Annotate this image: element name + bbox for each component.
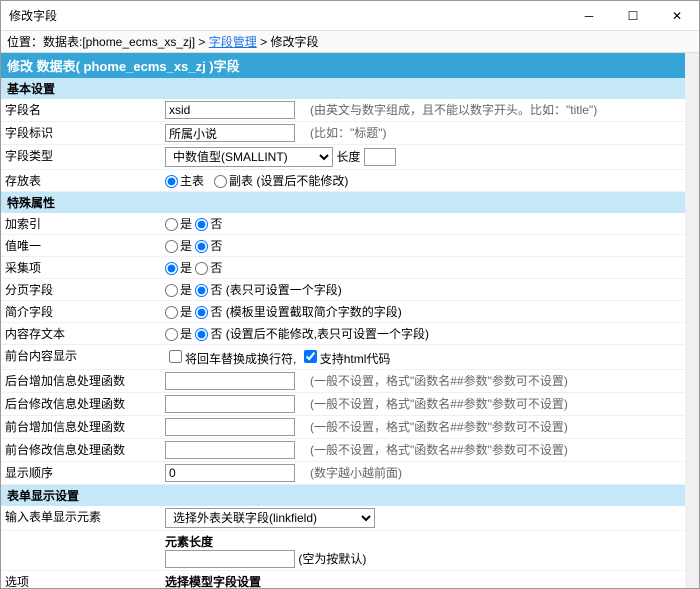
front-label: 前台内容显示 [1, 345, 161, 370]
window-title: 修改字段 [9, 7, 567, 24]
unique-yes[interactable] [165, 240, 178, 253]
close-button[interactable]: ✕ [655, 1, 699, 30]
maximize-button[interactable]: ☐ [611, 1, 655, 30]
brief-no[interactable] [195, 306, 208, 319]
field-ident-label: 字段标识 [1, 122, 161, 145]
front-html-checkbox[interactable] [304, 350, 317, 363]
unique-label: 值唯一 [1, 235, 161, 257]
scrollbar-thumb[interactable] [685, 53, 699, 313]
field-name-input[interactable] [165, 101, 295, 119]
index-no[interactable] [195, 218, 208, 231]
text-no[interactable] [195, 328, 208, 341]
field-ident-hint: (比如："标题") [306, 122, 685, 145]
breadcrumb: 位置：数据表:[phome_ecms_xs_zj] > 字段管理 > 修改字段 [1, 31, 699, 53]
page-label: 分页字段 [1, 279, 161, 301]
index-label: 加索引 [1, 213, 161, 235]
bgadd-input[interactable] [165, 372, 295, 390]
page-heading: 修改 数据表( phome_ecms_xs_zj )字段 [1, 53, 685, 78]
basic-table: 字段名 (由英文与数字组成，且不能以数字开头。比如："title") 字段标识 … [1, 99, 685, 192]
collect-no[interactable] [195, 262, 208, 275]
brief-label: 简介字段 [1, 301, 161, 323]
field-type-select[interactable]: 中数值型(SMALLINT) [165, 147, 333, 167]
opts-title: 选择模型字段设置 [165, 575, 261, 588]
ellen-label: 元素长度 [165, 535, 213, 549]
length-input[interactable] [364, 148, 396, 166]
collect-label: 采集项 [1, 257, 161, 279]
fgadd-label: 前台增加信息处理函数 [1, 416, 161, 439]
opts-label: 选项 [1, 571, 161, 589]
text-label: 内容存文本 [1, 323, 161, 345]
input-elem-select[interactable]: 选择外表关联字段(linkfield) [165, 508, 375, 528]
ellen-input[interactable] [165, 550, 295, 568]
fgmod-input[interactable] [165, 441, 295, 459]
index-yes[interactable] [165, 218, 178, 231]
field-type-label: 字段类型 [1, 145, 161, 170]
fgmod-label: 前台修改信息处理函数 [1, 439, 161, 462]
text-yes[interactable] [165, 328, 178, 341]
fgadd-input[interactable] [165, 418, 295, 436]
length-label: 长度 [336, 150, 360, 164]
store-sub-radio[interactable] [214, 175, 227, 188]
field-name-hint: (由英文与数字组成，且不能以数字开头。比如："title") [306, 99, 685, 122]
special-table: 加索引 是 否 值唯一 是 否 采集项 是 否 分页字段 是 否 (表只可设置一… [1, 213, 685, 485]
input-elem-label: 输入表单显示元素 [1, 506, 161, 531]
section-formset: 表单显示设置 [1, 485, 685, 506]
store-label: 存放表 [1, 170, 161, 192]
content-area: ▾ 修改 数据表( phome_ecms_xs_zj )字段 基本设置 字段名 … [1, 53, 699, 588]
crumb-current: 修改字段 [270, 35, 318, 49]
bgmod-input[interactable] [165, 395, 295, 413]
bgmod-label: 后台修改信息处理函数 [1, 393, 161, 416]
section-basic: 基本设置 [1, 78, 685, 99]
section-special: 特殊属性 [1, 192, 685, 213]
brief-yes[interactable] [165, 306, 178, 319]
order-input[interactable] [165, 464, 295, 482]
page-yes[interactable] [165, 284, 178, 297]
field-ident-input[interactable] [165, 124, 295, 142]
order-label: 显示顺序 [1, 462, 161, 485]
page-no[interactable] [195, 284, 208, 297]
field-name-label: 字段名 [1, 99, 161, 122]
bgadd-label: 后台增加信息处理函数 [1, 370, 161, 393]
store-main-radio[interactable] [165, 175, 178, 188]
store-hint: (设置后不能修改) [256, 174, 348, 188]
front-cr-checkbox[interactable] [169, 350, 182, 363]
titlebar: 修改字段 ─ ☐ ✕ [1, 1, 699, 31]
scroll-down-button[interactable]: ▾ [685, 574, 699, 588]
crumb-prefix: 位置：数据表:[phome_ecms_xs_zj] > [7, 35, 209, 49]
unique-no[interactable] [195, 240, 208, 253]
crumb-link-fields[interactable]: 字段管理 [209, 35, 257, 49]
collect-yes[interactable] [165, 262, 178, 275]
formset-table: 输入表单显示元素 选择外表关联字段(linkfield) 元素长度 (空为按默认… [1, 506, 685, 588]
minimize-button[interactable]: ─ [567, 1, 611, 30]
